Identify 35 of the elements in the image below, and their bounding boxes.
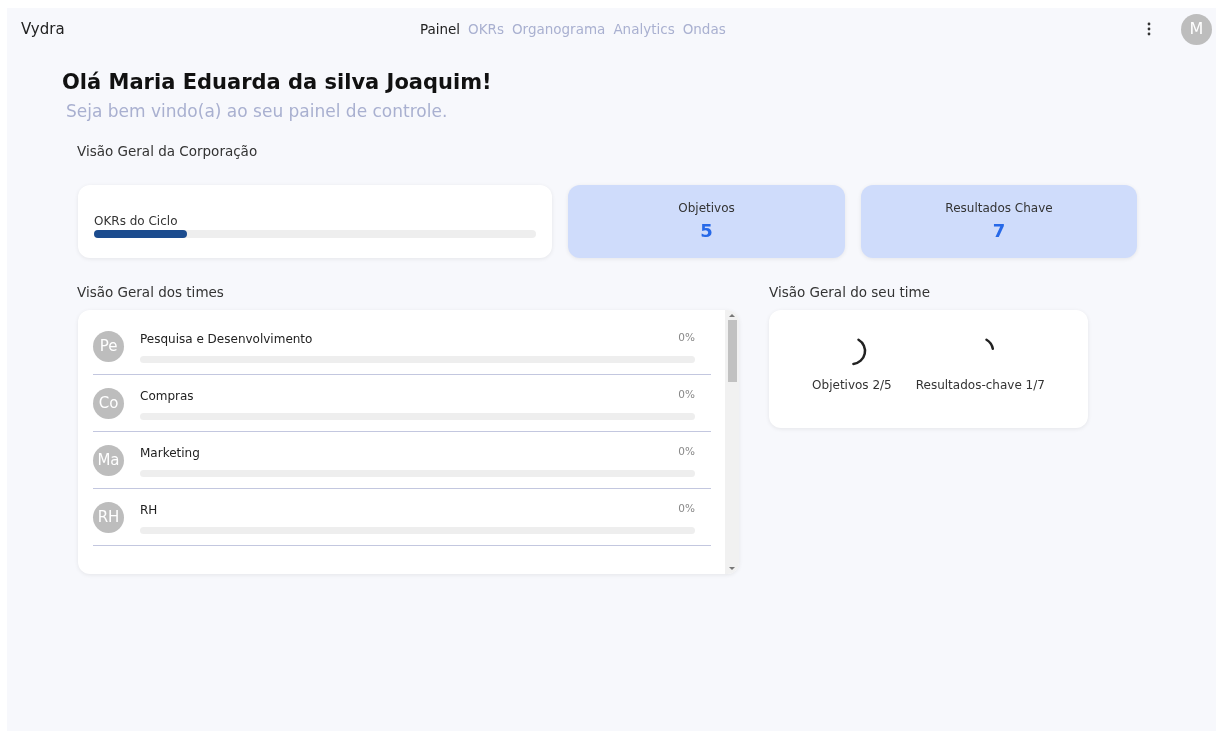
nav-link[interactable]: Painel <box>419 18 461 40</box>
scrollbar[interactable] <box>725 310 739 575</box>
team-name: RH <box>140 502 158 520</box>
nav-link[interactable]: Analytics <box>613 18 675 40</box>
scrollbar-thumb[interactable] <box>727 320 737 383</box>
section-title: Visão Geral dos times <box>77 282 225 302</box>
loading-spinner-icon <box>852 338 867 366</box>
team-name: Pesquisa e Desenvolvimento <box>140 331 313 349</box>
team-name: Marketing <box>140 445 200 463</box>
team-avatar: RH <box>93 502 124 534</box>
team-percent: 0% <box>678 330 695 346</box>
stat-label: Objetivos <box>678 199 735 217</box>
team-percent: 0% <box>678 444 695 460</box>
greeting-heading: Olá Maria Eduarda da silva Joaquim! <box>62 70 493 96</box>
metric-label: Objetivos 2/5 <box>812 377 892 395</box>
loading-spinner-icon <box>985 338 995 351</box>
section-title: Visão Geral do seu time <box>769 282 931 302</box>
section-title: Visão Geral da Corporação <box>77 141 259 161</box>
stat-label: Resultados Chave <box>945 199 1053 217</box>
team-name: Compras <box>140 388 194 406</box>
team-percent: 0% <box>678 387 695 403</box>
cycle-label: OKRs do Ciclo <box>94 213 179 231</box>
stat-value: 7 <box>992 218 1006 243</box>
brand-logo[interactable]: Vydra <box>21 17 65 41</box>
team-avatar: Pe <box>93 331 124 363</box>
user-avatar[interactable]: M <box>1181 13 1212 45</box>
stat-value: 5 <box>700 218 713 243</box>
nav-link[interactable]: OKRs <box>468 18 504 40</box>
team-percent: 0% <box>678 501 695 517</box>
team-avatar: Ma <box>93 445 124 477</box>
nav-link[interactable]: Ondas <box>682 18 726 40</box>
metric-label: Resultados-chave 1/7 <box>915 377 1045 395</box>
nav-link[interactable]: Organograma <box>511 18 606 40</box>
subtitle: Seja bem vindo(a) ao seu painel de controle. <box>66 100 449 124</box>
team-avatar: Co <box>93 388 124 420</box>
